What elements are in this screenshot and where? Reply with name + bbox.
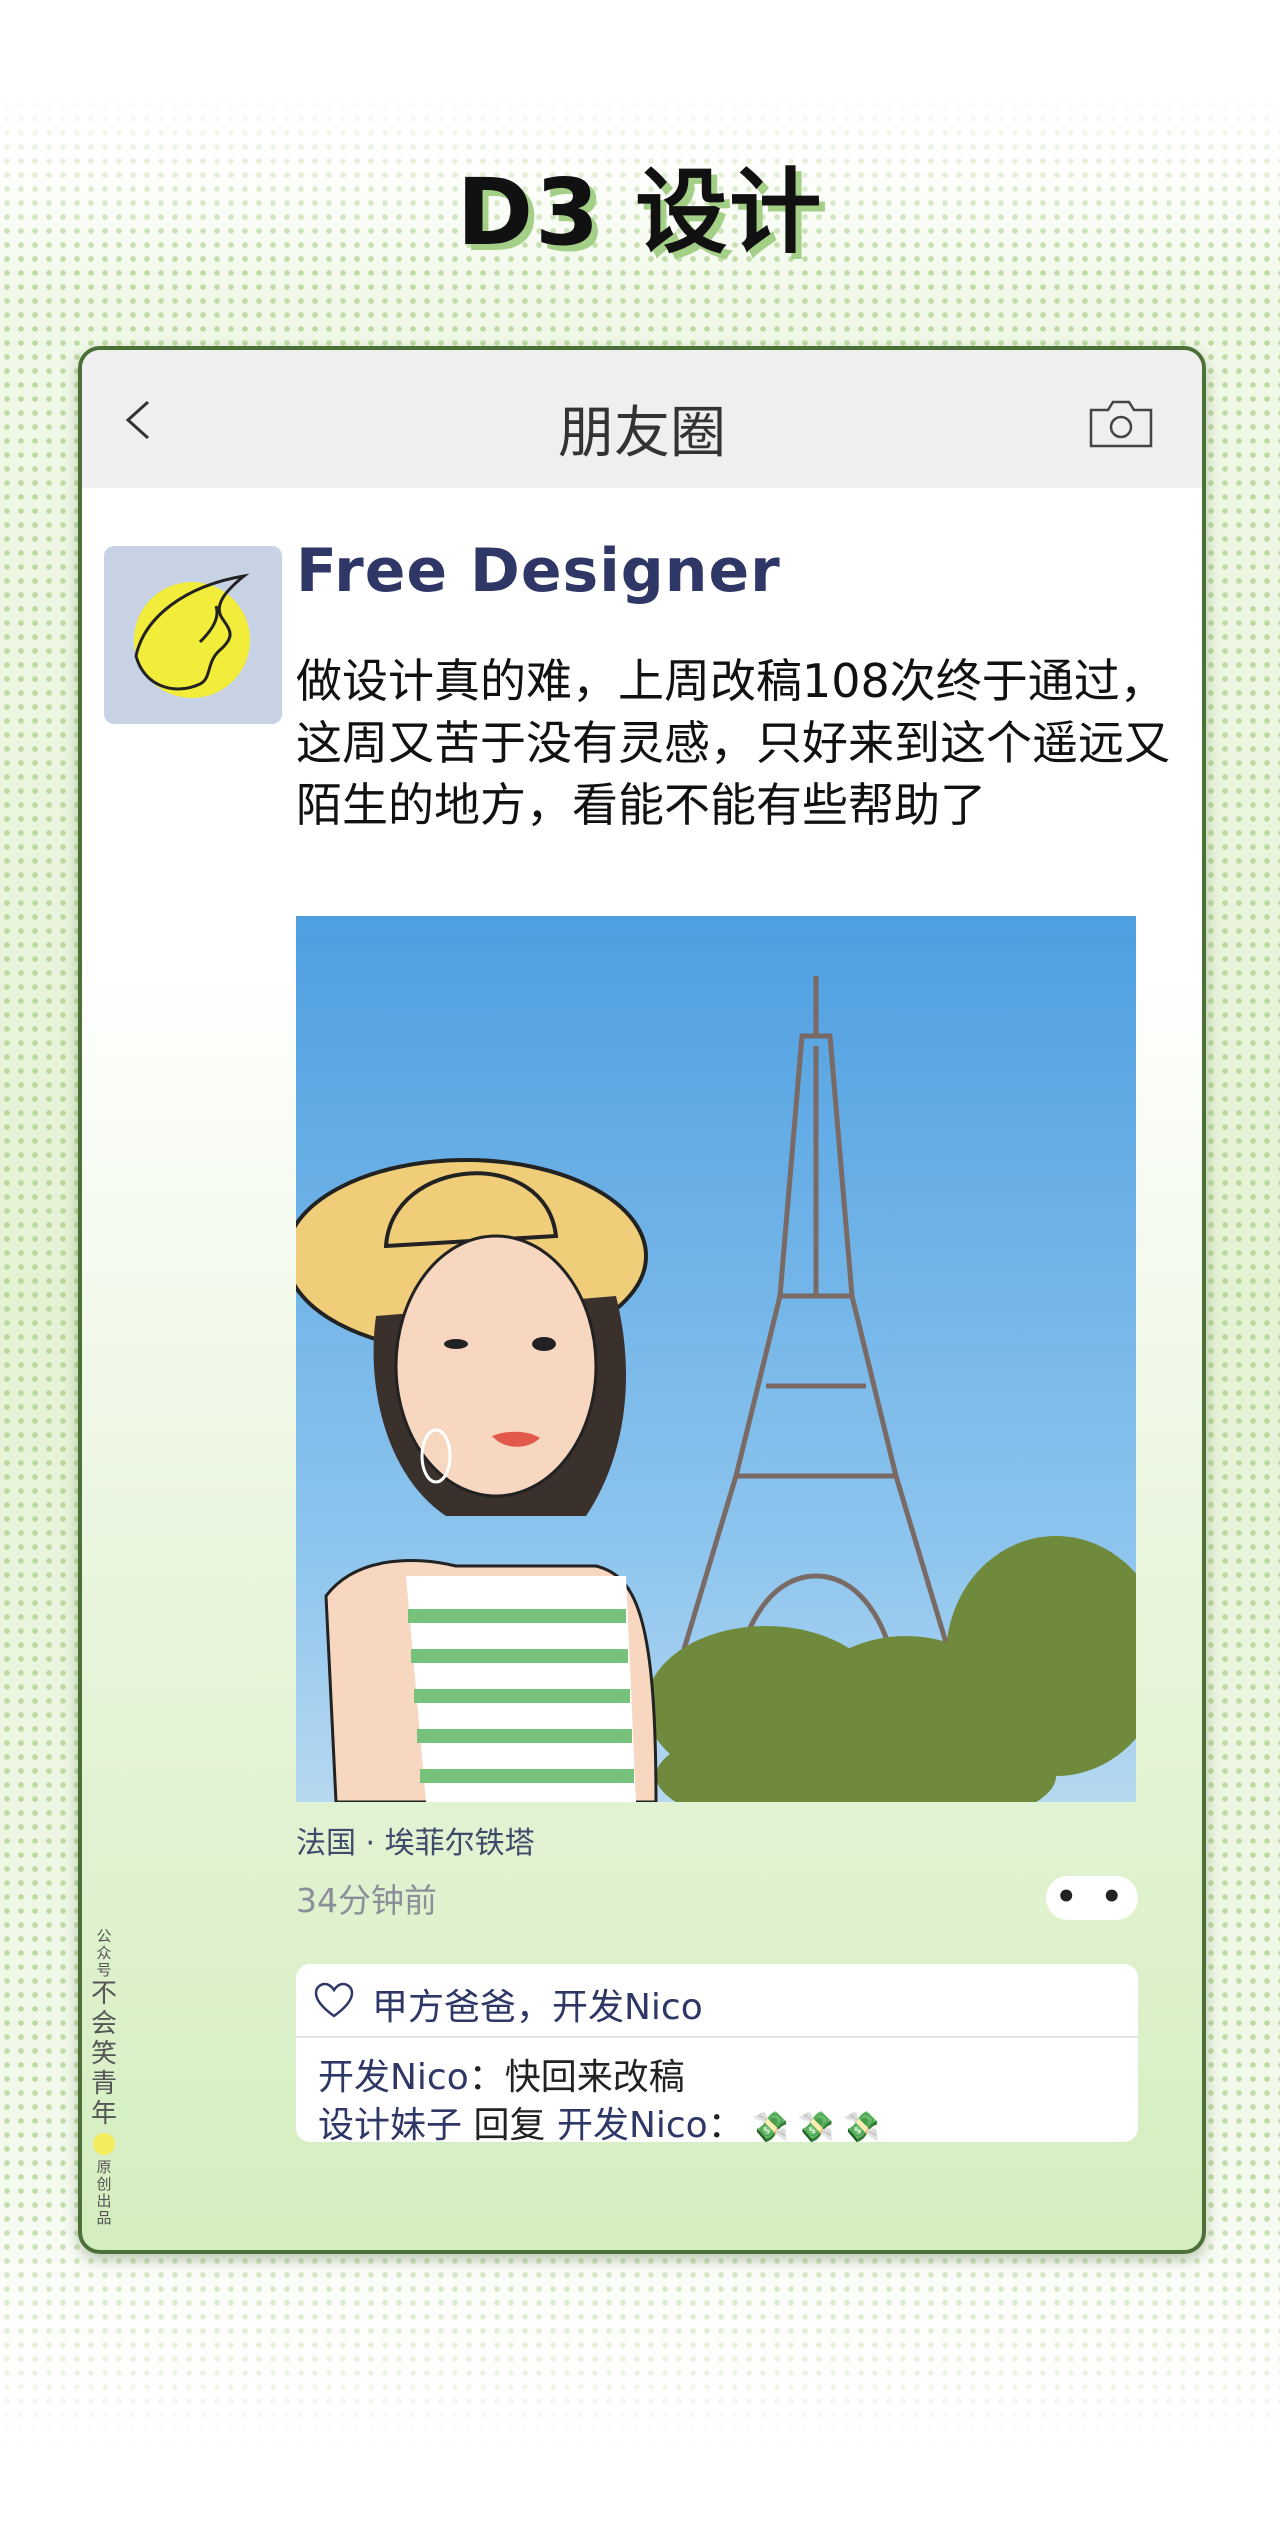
comment-item[interactable]: 设计妹子 回复 开发Nico： 💸 💸 💸	[318, 2096, 880, 2148]
smile-icon	[93, 2133, 115, 2155]
money-emoji: 💸	[797, 2110, 835, 2145]
moments-card: 朋友圈 Free Designer 做设计真的难，上周改稿108次终于通过，这周…	[78, 346, 1206, 2254]
money-emoji: 💸	[751, 2110, 790, 2145]
watermark: 公众号 不 会 笑 青 年 原创出品	[90, 1928, 118, 2227]
post-time: 34分钟前	[296, 1881, 437, 1920]
reply-word: 回复	[473, 2105, 546, 2146]
comment-text: 快回来改稿	[504, 2057, 685, 2098]
likes-row: 甲方爸爸，开发Nico	[296, 1964, 1138, 2038]
more-actions-button[interactable]: • •	[1046, 1876, 1138, 1920]
interaction-panel: 甲方爸爸，开发Nico 开发Nico：快回来改稿 设计妹子 回复 开发Nico：…	[296, 1964, 1138, 2146]
watermark-char: 年	[90, 2099, 117, 2129]
avatar[interactable]	[104, 546, 282, 724]
money-emoji: 💸	[842, 2110, 880, 2145]
avatar-lemon-logo	[134, 573, 250, 698]
post-text: 做设计真的难，上周改稿108次终于通过，这周又苦于没有灵感，只好来到这个遥远又陌…	[296, 654, 1170, 832]
watermark-char: 青	[90, 2069, 117, 2099]
user-name[interactable]: Free Designer	[296, 536, 781, 606]
eiffel-tower-illustration	[296, 916, 1136, 1802]
location-link[interactable]: 法国 · 埃菲尔铁塔	[296, 1818, 535, 1862]
comment-author[interactable]: 设计妹子	[318, 2105, 462, 2146]
comment-item[interactable]: 开发Nico：快回来改稿	[318, 2048, 685, 2100]
page-title: D3 设计	[456, 159, 824, 266]
reply-target[interactable]: 开发Nico	[557, 2105, 708, 2146]
more-dots-icon: • •	[1055, 1877, 1129, 1917]
post-photo[interactable]	[296, 916, 1136, 1802]
likes-list[interactable]: 甲方爸爸，开发Nico	[372, 1978, 703, 2030]
watermark-char: 笑	[90, 2039, 117, 2069]
watermark-top: 公众号	[96, 1927, 112, 1979]
nav-title: 朋友圈	[558, 401, 726, 466]
watermark-char: 不	[90, 1979, 117, 2009]
heart-icon	[314, 1982, 354, 2018]
nav-bar: 朋友圈	[82, 350, 1202, 488]
camera-icon[interactable]	[1088, 396, 1154, 450]
watermark-char: 会	[90, 2009, 117, 2039]
comment-separator: ：	[468, 2057, 505, 2098]
comment-author[interactable]: 开发Nico	[318, 2057, 469, 2098]
comment-separator: ：	[707, 2105, 744, 2146]
watermark-bottom: 原创出品	[96, 2158, 112, 2227]
